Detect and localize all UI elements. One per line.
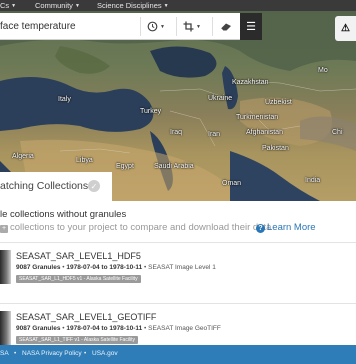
- map-label-china: Chi: [332, 129, 343, 136]
- nav-item-label: Cs: [0, 1, 10, 10]
- footer-separator: •: [84, 350, 87, 357]
- crop-icon[interactable]: ▼: [182, 18, 202, 35]
- divider: [212, 17, 213, 36]
- map-label-iran: Iran: [208, 131, 221, 138]
- divider: [0, 242, 356, 243]
- collection-tag-badge: SEASAT_SAR_L1_HDF5 v1 - Alaska Satellite…: [16, 275, 141, 283]
- map-label-libya: Libya: [76, 157, 93, 164]
- map-label-turkmenistan: Turkmenistan: [236, 114, 279, 121]
- collection-meta: 9087 Granules • 1978-07-04 to 1978-10-11…: [16, 264, 216, 271]
- nav-item-community[interactable]: Community ▼: [35, 1, 80, 10]
- date-range: 1978-07-04 to 1978-10-11: [66, 264, 143, 271]
- map-label-ukraine: Ukraine: [208, 95, 233, 102]
- hamburger-menu-icon[interactable]: ☰: [240, 13, 262, 40]
- nav-item-science-disciplines[interactable]: Science Disciplines ▼: [97, 1, 169, 10]
- map-label-egypt: Egypt: [116, 163, 134, 170]
- footer-link-privacy-policy[interactable]: NASA Privacy Policy: [22, 350, 82, 357]
- map-label-iraq: Iraq: [170, 129, 183, 136]
- collections-without-granules-option[interactable]: le collections without granules: [0, 209, 126, 220]
- collection-description: SEASAT Image Level 1: [148, 264, 216, 271]
- chevron-down-icon: ▼: [163, 3, 169, 9]
- chevron-down-icon: ▼: [196, 23, 201, 30]
- learn-more-link[interactable]: ? Learn More: [256, 222, 316, 233]
- collection-thumbnail: [0, 311, 11, 345]
- option-label: le collections without granules: [0, 209, 127, 220]
- panel-title: atching Collections: [0, 180, 89, 192]
- nav-item-label: Community: [35, 1, 73, 10]
- chevron-down-icon: ▼: [11, 3, 17, 9]
- collection-title[interactable]: SEASAT_SAR_LEVEL1_HDF5: [16, 251, 141, 261]
- map-label-turkey: Turkey: [140, 108, 162, 115]
- map-label-pakistan: Pakistan: [262, 145, 289, 152]
- clock-icon[interactable]: ▼: [146, 18, 166, 35]
- add-collections-hint: + collections to your project to compare …: [0, 222, 271, 233]
- search-input[interactable]: [0, 13, 140, 39]
- map-label-kazakhstan: Kazakhstan: [232, 79, 269, 86]
- map-label-india: India: [305, 177, 321, 184]
- question-icon: ?: [256, 224, 265, 233]
- map-label-mongolia: Mo: [318, 67, 328, 74]
- hint-text: collections to your project to compare a…: [10, 222, 272, 233]
- granule-count: 9087 Granules: [16, 264, 61, 271]
- collection-title[interactable]: SEASAT_SAR_LEVEL1_GEOTIFF: [16, 312, 156, 322]
- map-label-italy: Italy: [58, 96, 71, 103]
- chevron-down-icon: ▼: [74, 3, 80, 9]
- map-label-saudi-arabia: Saudi Arabia: [154, 163, 194, 170]
- divider: [0, 303, 356, 304]
- date-range: 1978-07-04 to 1978-10-11: [66, 325, 143, 332]
- nav-item-label: Science Disciplines: [97, 1, 162, 10]
- footer-link-nasa[interactable]: SA: [0, 350, 9, 357]
- collection-thumbnail: [0, 250, 11, 284]
- granule-count: 9087 Granules: [16, 325, 61, 332]
- check-circle-icon[interactable]: ✓: [88, 180, 100, 192]
- divider: [140, 17, 141, 36]
- collection-row[interactable]: SEASAT_SAR_LEVEL1_HDF5 9087 Granules • 1…: [0, 247, 356, 297]
- learn-more-label: Learn More: [267, 222, 316, 233]
- footer-separator: •: [14, 350, 17, 357]
- plus-icon: +: [0, 225, 8, 233]
- chevron-down-icon: ▼: [160, 23, 165, 30]
- footer: SA • NASA Privacy Policy • USA.gov: [0, 345, 356, 364]
- collections-panel-header: atching Collections ✓: [0, 172, 112, 201]
- map-label-uzbekistan: Uzbekist: [265, 99, 292, 106]
- divider: [176, 17, 177, 36]
- collection-meta: 9087 Granules • 1978-07-04 to 1978-10-11…: [16, 325, 221, 332]
- footer-link-usa-gov[interactable]: USA.gov: [92, 350, 118, 357]
- eraser-icon[interactable]: [217, 18, 235, 35]
- map-label-algeria: Algeria: [12, 153, 34, 160]
- warning-icon[interactable]: ⚠: [335, 16, 356, 41]
- collection-description: SEASAT Image GeoTIFF: [148, 325, 221, 332]
- map-label-oman: Oman: [222, 180, 242, 187]
- map-label-afghanistan: Afghanistan: [246, 129, 283, 136]
- search-bar: ▼ ▼ ☰: [0, 13, 262, 40]
- top-nav: Cs ▼ Community ▼ Science Disciplines ▼: [0, 0, 356, 11]
- collection-tag-badge: SEASAT_SAR_L1_TIFF v1 - Alaska Satellite…: [16, 336, 139, 344]
- nav-item-cs[interactable]: Cs ▼: [0, 1, 16, 10]
